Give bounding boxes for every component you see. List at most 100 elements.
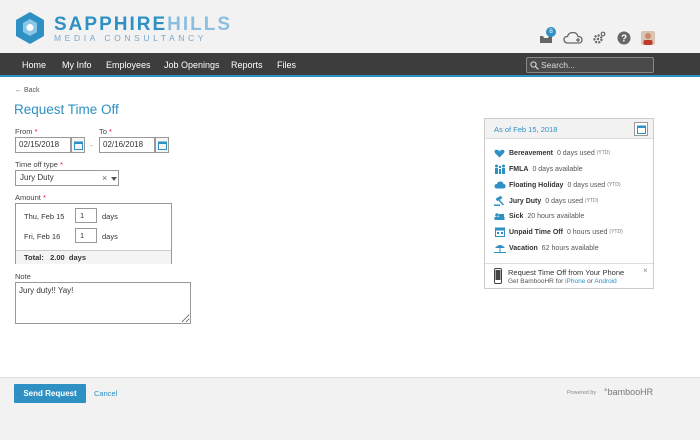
heart-icon xyxy=(493,148,506,158)
gavel-icon xyxy=(493,196,506,206)
to-label-text: To xyxy=(99,127,107,136)
search-icon xyxy=(530,61,539,70)
brand-bold: SAPPHIRE xyxy=(54,14,168,35)
required-mark: * xyxy=(60,160,63,169)
mobile-promo-subtitle: Get BambooHR for iPhone or Android xyxy=(508,278,617,285)
panel-calendar-icon[interactable] xyxy=(634,122,648,136)
balance-name: Jury Duty xyxy=(509,197,542,205)
cancel-link[interactable]: Cancel xyxy=(94,389,117,398)
phone-icon xyxy=(494,268,502,284)
balance-item: FMLA 0 days available xyxy=(493,164,585,174)
note-label: Note xyxy=(15,272,31,281)
nav-job-openings[interactable]: Job Openings xyxy=(164,53,220,77)
balance-value: 20 hours available xyxy=(527,212,585,220)
nav-employees[interactable]: Employees xyxy=(106,53,151,77)
balance-ytd: (YTD) xyxy=(607,182,621,188)
balance-ytd: (YTD) xyxy=(596,150,611,156)
balance-name: Unpaid Time Off xyxy=(509,228,563,236)
calendar-icon xyxy=(493,227,506,237)
clear-icon[interactable]: × xyxy=(102,171,107,185)
balance-name: Bereavement xyxy=(509,149,553,157)
to-label: To * xyxy=(99,127,112,136)
balance-item: Floating Holiday 0 days used (YTD) xyxy=(493,180,621,190)
cloud-upload-icon[interactable] xyxy=(563,29,583,47)
balance-item: Vacation 62 hours available xyxy=(493,243,601,253)
help-icon[interactable]: ? xyxy=(615,29,633,47)
amount-unit: days xyxy=(102,212,118,221)
close-icon[interactable]: × xyxy=(643,266,648,275)
powered-by-label: Powered by xyxy=(567,390,597,396)
time-off-type-select[interactable]: Jury Duty × xyxy=(15,170,119,186)
balance-name: Vacation xyxy=(509,244,538,252)
amount-unit: days xyxy=(102,232,118,241)
nav-my-info[interactable]: My Info xyxy=(62,53,92,77)
amount-input[interactable]: 1 xyxy=(75,228,97,243)
balance-value: 0 hours used xyxy=(566,228,608,236)
amount-table: Thu, Feb 15 1 days Fri, Feb 16 1 days To… xyxy=(15,203,172,264)
settings-gear-icon[interactable] xyxy=(590,29,608,47)
balance-name: Floating Holiday xyxy=(509,181,564,189)
amount-row-day: Fri, Feb 16 xyxy=(24,232,61,241)
mobile-prefix: Get BambooHR for xyxy=(508,278,564,285)
from-label: From * xyxy=(15,127,38,136)
company-logo-icon xyxy=(16,12,44,44)
type-label-text: Time off type xyxy=(15,160,58,169)
nav-home[interactable]: Home xyxy=(22,53,46,77)
android-link[interactable]: Android xyxy=(594,278,616,285)
back-link[interactable]: ← Back xyxy=(15,87,40,94)
balance-value: 0 days used xyxy=(567,181,606,189)
sick-icon xyxy=(493,211,506,221)
brand-tagline: MEDIA CONSULTANCY xyxy=(54,33,207,43)
panel-heading: As of Feb 15, 2018 xyxy=(494,125,558,134)
to-calendar-icon[interactable] xyxy=(155,137,169,153)
balance-value: 62 hours available xyxy=(541,244,599,252)
panel-header: As of Feb 15, 2018 xyxy=(485,119,653,139)
beach-icon xyxy=(493,243,506,253)
to-date-field[interactable]: 02/16/2018 xyxy=(99,137,155,153)
balance-value: 0 days used xyxy=(545,197,584,205)
balance-value: 0 days used xyxy=(556,149,595,157)
mobile-promo: Request Time Off from Your Phone Get Bam… xyxy=(485,263,653,289)
brand-light: HILLS xyxy=(167,14,233,35)
from-calendar-icon[interactable] xyxy=(71,137,85,153)
balance-item: Jury Duty 0 days used (YTD) xyxy=(493,196,598,206)
search-input[interactable] xyxy=(541,58,651,72)
required-mark: * xyxy=(42,193,46,202)
chevron-down-icon xyxy=(111,177,117,181)
balance-value: 0 days available xyxy=(532,165,583,173)
family-icon xyxy=(493,164,506,174)
main-nav: Home My Info Employees Job Openings Repo… xyxy=(0,53,700,77)
search-box[interactable] xyxy=(526,57,654,73)
mobile-promo-title: Request Time Off from Your Phone xyxy=(508,268,625,277)
type-label: Time off type * xyxy=(15,160,63,169)
balance-ytd: (YTD) xyxy=(585,198,599,204)
balance-ytd: (YTD) xyxy=(609,229,623,235)
balance-name: Sick xyxy=(509,212,524,220)
amount-input[interactable]: 1 xyxy=(75,208,97,223)
nav-files[interactable]: Files xyxy=(277,53,296,77)
iphone-link[interactable]: iPhone xyxy=(565,278,585,285)
note-textarea[interactable]: Jury duty!! Yay! xyxy=(15,282,191,324)
from-label-text: From xyxy=(15,127,33,136)
balance-panel: As of Feb 15, 2018 Bereavement 0 days use… xyxy=(484,118,654,289)
inbox-badge: 8 xyxy=(546,27,556,37)
total-label: Total: xyxy=(24,253,44,262)
amount-row-day: Thu, Feb 15 xyxy=(24,212,65,221)
from-date-field[interactable]: 02/15/2018 xyxy=(15,137,71,153)
page-title: Request Time Off xyxy=(14,102,119,117)
balance-item: Bereavement 0 days used (YTD) xyxy=(493,148,610,158)
svg-text:?: ? xyxy=(621,34,627,45)
required-mark: * xyxy=(109,127,112,136)
balance-item: Sick 20 hours available xyxy=(493,211,586,221)
footer-bar: Send Request Cancel Powered by °bambooHR xyxy=(0,377,700,440)
nav-reports[interactable]: Reports xyxy=(231,53,263,77)
mobile-or: or xyxy=(587,278,593,285)
amount-label: Amount * xyxy=(15,193,46,202)
range-separator: - xyxy=(90,141,93,150)
user-avatar[interactable] xyxy=(639,29,657,47)
send-request-button[interactable]: Send Request xyxy=(14,384,86,403)
bamboohr-logo: °bambooHR xyxy=(604,387,654,397)
type-selected-value: Jury Duty xyxy=(20,173,54,182)
amount-label-text: Amount xyxy=(15,193,41,202)
amount-total: Total: 2.00 days xyxy=(16,250,171,264)
